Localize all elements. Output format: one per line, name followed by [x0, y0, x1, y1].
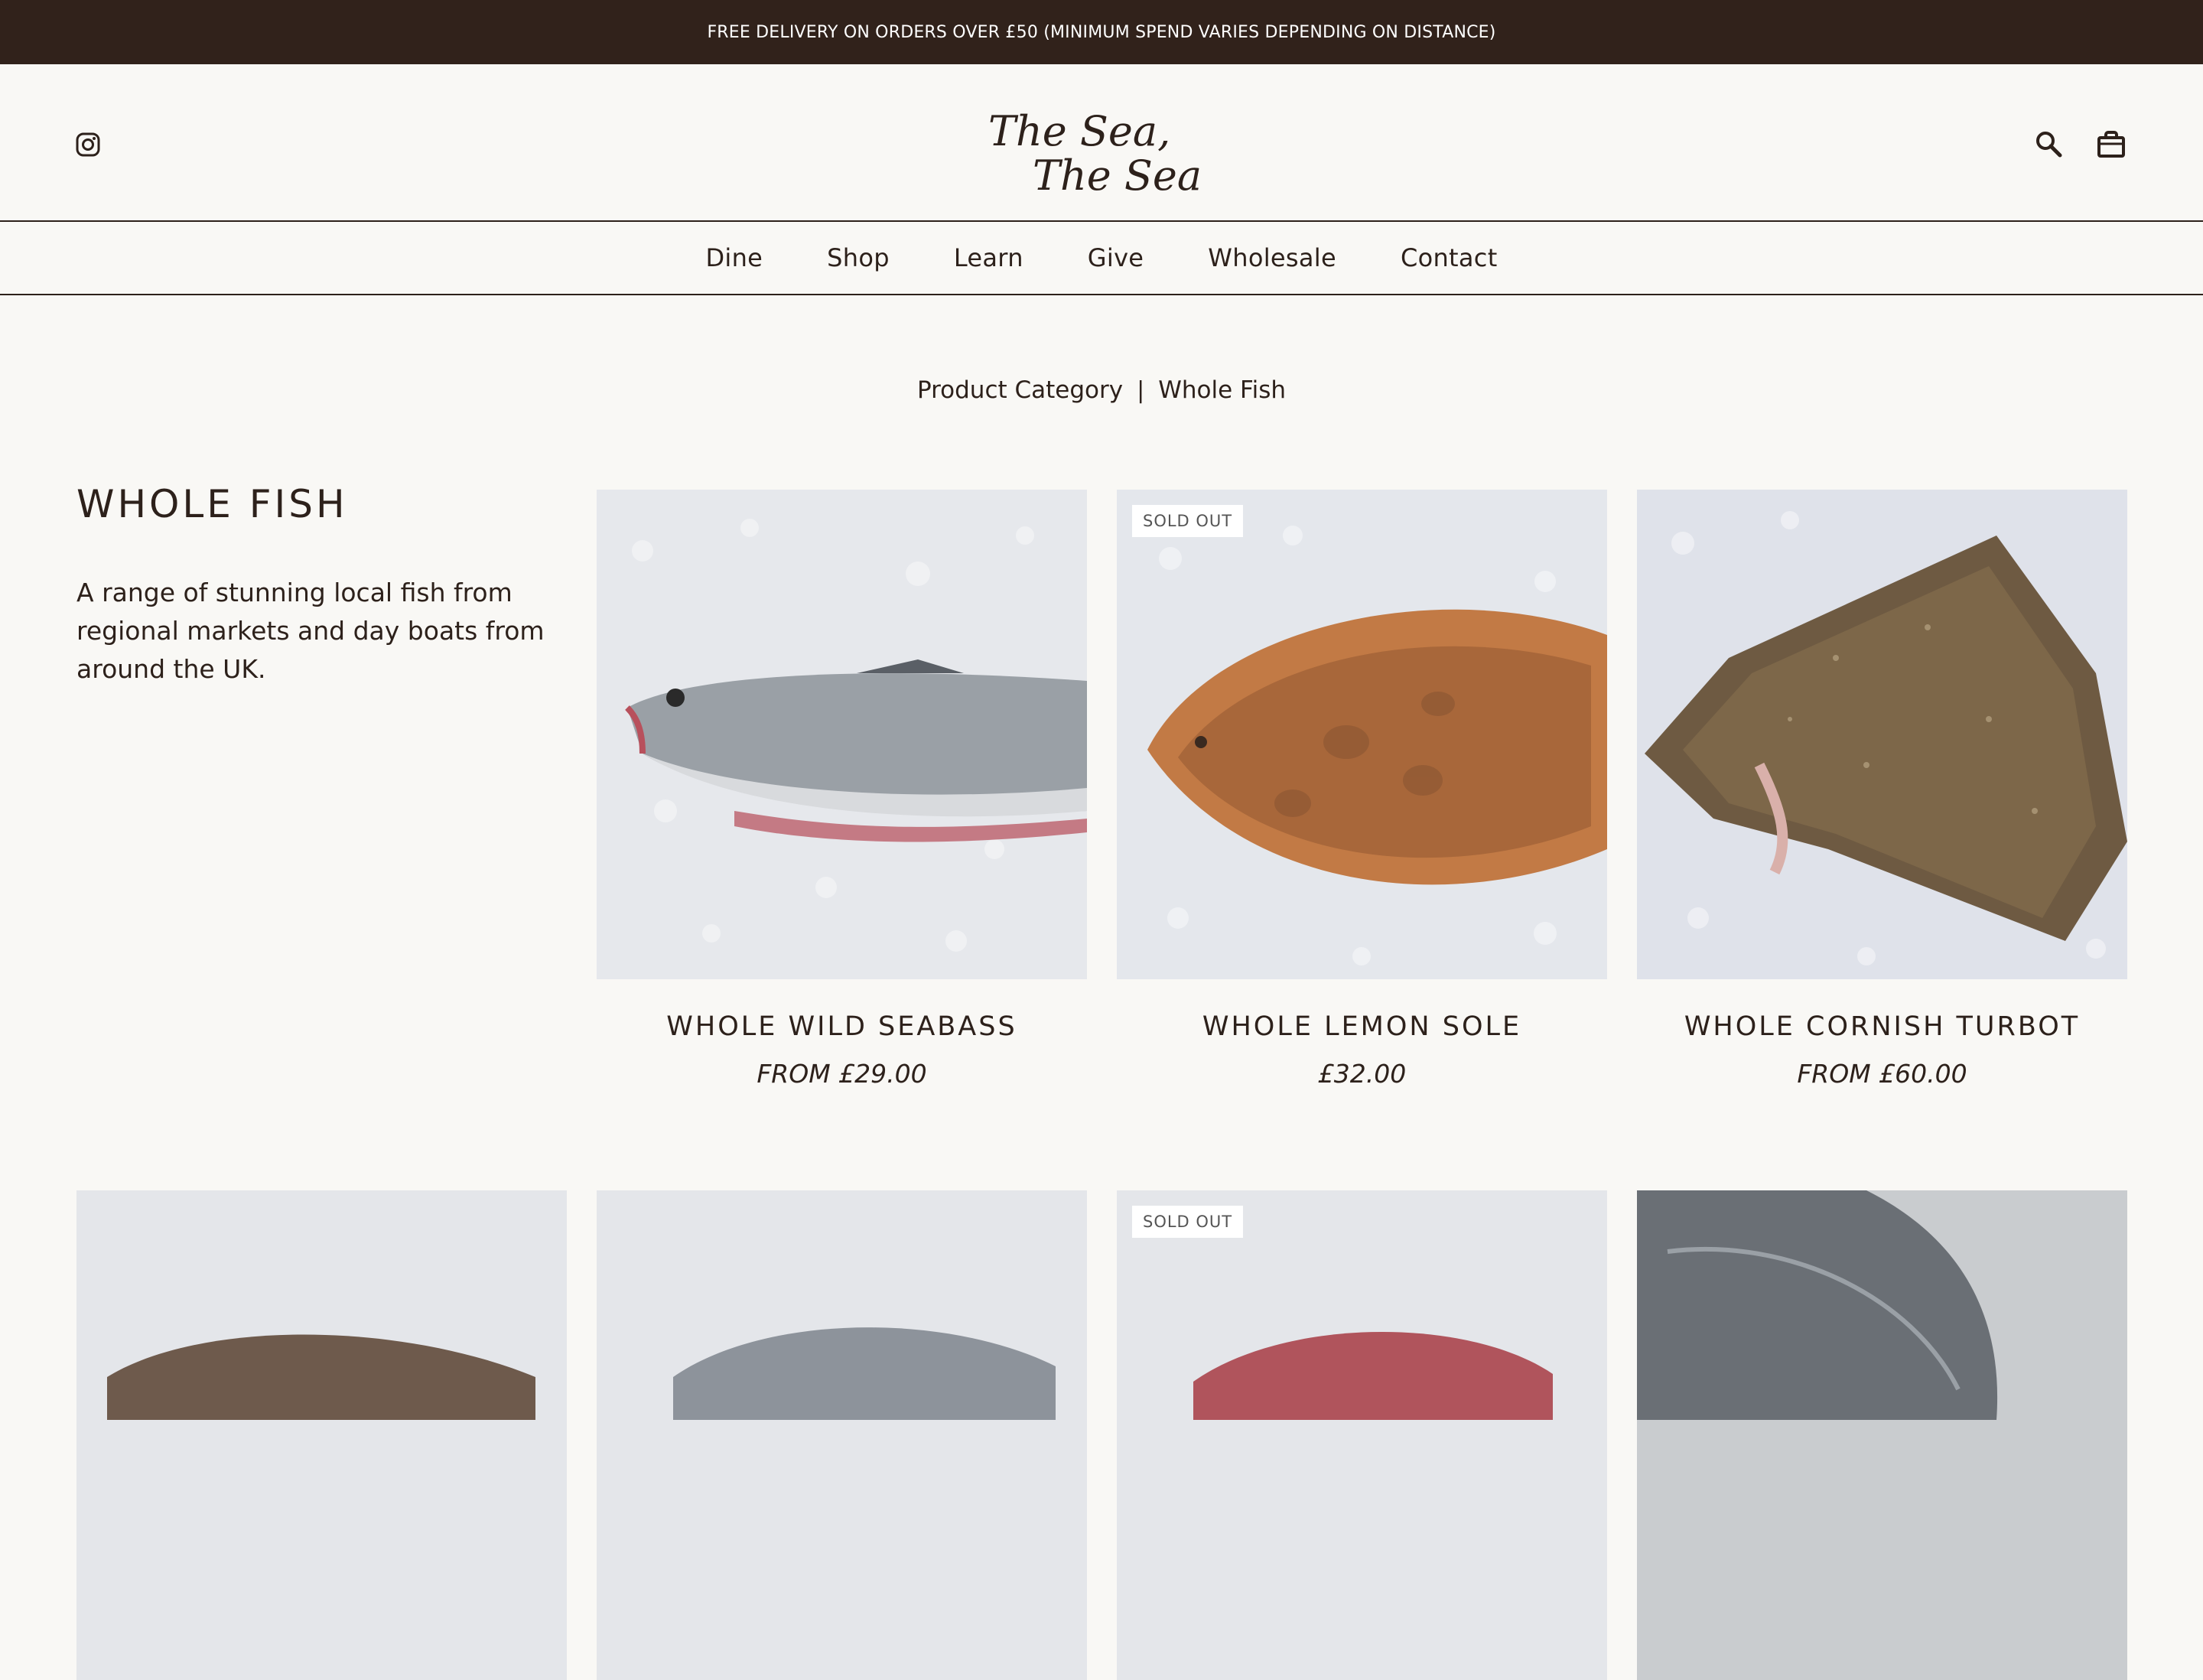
product-card[interactable]	[1637, 1190, 2127, 1680]
product-price: FROM £29.00	[757, 1059, 927, 1089]
nav-dine[interactable]: Dine	[673, 243, 795, 272]
product-name[interactable]: WHOLE WILD SEABASS	[597, 1011, 1087, 1042]
product-card[interactable]	[597, 1190, 1087, 1680]
announcement-text: FREE DELIVERY ON ORDERS OVER £50 (MINIMU…	[707, 22, 1496, 42]
main-nav: Dine Shop Learn Give Wholesale Contact	[0, 222, 2203, 295]
nav-wholesale[interactable]: Wholesale	[1176, 243, 1368, 272]
product-image[interactable]	[597, 490, 1087, 979]
search-icon[interactable]	[2033, 129, 2064, 159]
product-card[interactable]: WHOLE WILD SEABASS FROM £29.00	[597, 490, 1087, 1089]
nav-learn[interactable]: Learn	[922, 243, 1056, 272]
breadcrumb: Product Category | Whole Fish	[0, 373, 2203, 407]
nav-contact[interactable]: Contact	[1368, 243, 1530, 272]
product-price: FROM £60.00	[1797, 1059, 1967, 1089]
nav-shop[interactable]: Shop	[795, 243, 922, 272]
product-image[interactable]	[1637, 490, 2127, 979]
breadcrumb-category[interactable]: Product Category	[917, 376, 1123, 404]
product-price: £32.00	[1317, 1059, 1407, 1089]
sold-out-badge: SOLD OUT	[1132, 1206, 1244, 1238]
sold-out-badge: SOLD OUT	[1132, 505, 1244, 537]
product-image[interactable]	[1637, 1190, 2127, 1680]
bag-icon[interactable]	[2096, 129, 2127, 159]
product-card[interactable]: SOLD OUT WHOLE LEMON SOLE £32.00	[1117, 490, 1607, 1089]
logo-line-2: The Sea	[1033, 151, 1202, 197]
category-title: WHOLE FISH	[76, 482, 348, 526]
product-image[interactable]: SOLD OUT	[1117, 490, 1607, 979]
site-logo[interactable]: The Sea, The Sea	[987, 90, 1216, 200]
product-card[interactable]: SOLD OUT	[1117, 1190, 1607, 1680]
product-card[interactable]	[76, 1190, 567, 1680]
announcement-bar: FREE DELIVERY ON ORDERS OVER £50 (MINIMU…	[0, 0, 2203, 64]
product-name[interactable]: WHOLE CORNISH TURBOT	[1637, 1011, 2127, 1042]
site-header: The Sea, The Sea	[0, 64, 2203, 222]
category-description: A range of stunning local fish from regi…	[76, 578, 545, 684]
breadcrumb-separator: |	[1137, 376, 1145, 404]
logo-line-1: The Sea,	[988, 107, 1170, 155]
product-card[interactable]: WHOLE CORNISH TURBOT FROM £60.00	[1637, 490, 2127, 1089]
nav-give[interactable]: Give	[1056, 243, 1176, 272]
breadcrumb-current: Whole Fish	[1158, 376, 1287, 404]
instagram-icon[interactable]	[75, 132, 101, 158]
product-image[interactable]: SOLD OUT	[1117, 1190, 1607, 1680]
product-name[interactable]: WHOLE LEMON SOLE	[1117, 1011, 1607, 1042]
product-image[interactable]	[76, 1190, 567, 1680]
product-image[interactable]	[597, 1190, 1087, 1680]
